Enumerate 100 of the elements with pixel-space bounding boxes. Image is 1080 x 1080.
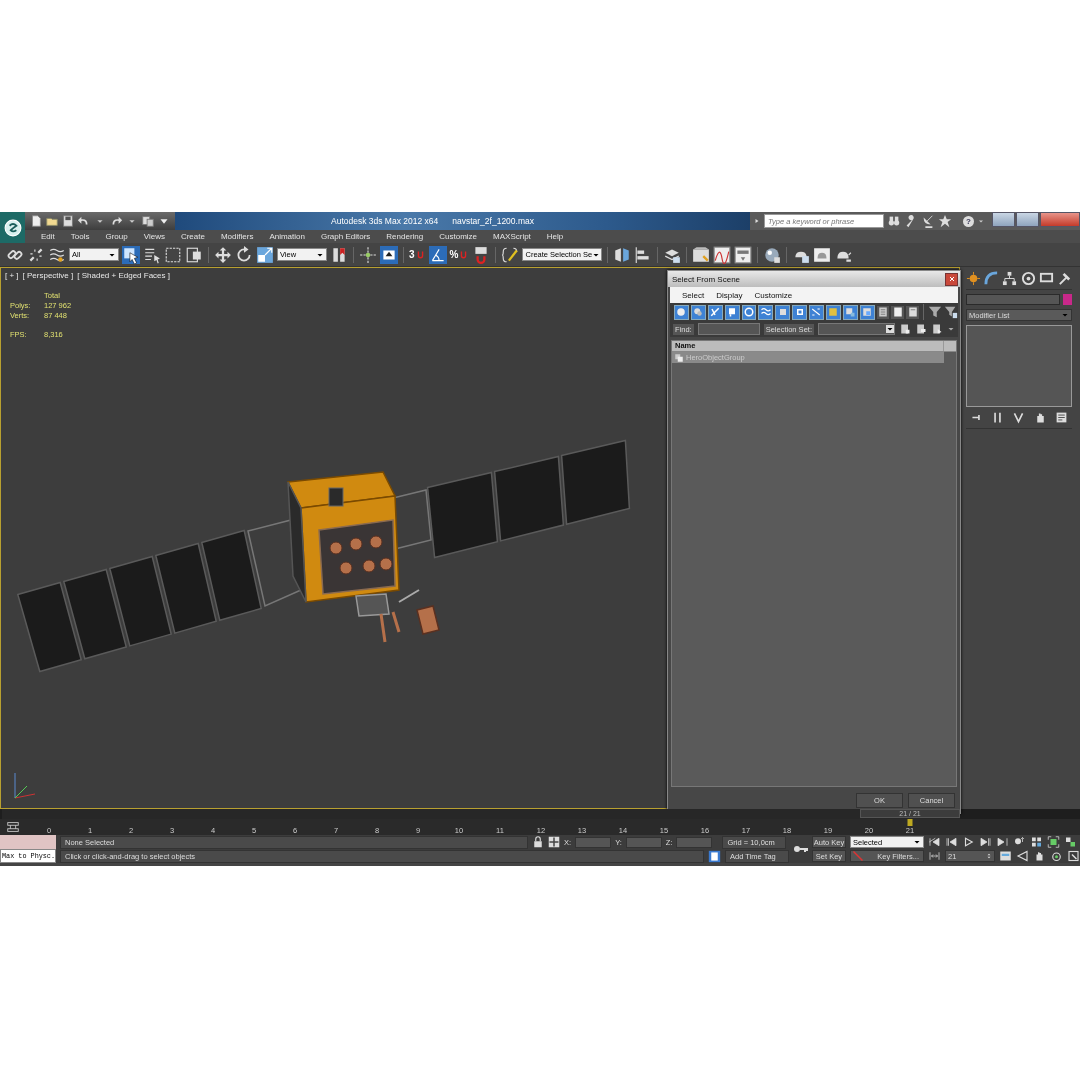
previous-frame-icon[interactable] (945, 836, 958, 848)
scale-icon[interactable] (256, 245, 274, 264)
zoom-extents-all-icon[interactable] (1064, 836, 1077, 848)
menu-item[interactable]: Select (682, 290, 705, 300)
crosshair-icon[interactable] (359, 245, 377, 264)
filter-toggle-button[interactable] (674, 304, 689, 320)
rotate-icon[interactable] (235, 245, 253, 264)
hierarchy-icon[interactable] (1002, 271, 1018, 286)
time-tag-icon[interactable] (708, 849, 722, 863)
circle-icon[interactable] (1020, 271, 1036, 286)
percent-snap-button[interactable]: % (449, 248, 470, 261)
object-name-field[interactable] (966, 294, 1060, 305)
rendered-frame-icon[interactable] (813, 245, 832, 264)
maximize-viewport-icon[interactable] (1067, 850, 1080, 862)
menu-item[interactable]: Tools (62, 232, 98, 241)
new-file-icon[interactable] (29, 214, 43, 228)
dropdown-arrow-icon[interactable] (946, 325, 955, 333)
zoom-extents-icon[interactable] (1047, 836, 1060, 848)
material-editor-icon[interactable] (763, 245, 782, 264)
time-config-icon[interactable] (928, 850, 941, 862)
viewport-label[interactable]: [ Shaded + Edged Faces ] (77, 271, 170, 280)
angle-snap-icon[interactable] (428, 245, 447, 264)
snap-toggle-button[interactable]: 3 (409, 248, 426, 261)
filter-toggle-button[interactable] (758, 304, 774, 320)
curve-editor-icon[interactable] (713, 245, 732, 264)
schematic-view-icon[interactable] (734, 245, 753, 264)
filter-toggle-button[interactable] (690, 304, 706, 320)
help-button[interactable]: ? (963, 215, 974, 227)
coordinate-field[interactable] (676, 836, 713, 848)
hammer-icon[interactable] (1056, 271, 1072, 286)
edit-named-selection-icon[interactable] (501, 245, 520, 264)
viewport-label[interactable]: [ + ] (5, 271, 19, 280)
move-icon[interactable] (214, 245, 232, 264)
zoom-all-icon[interactable] (1030, 836, 1043, 848)
time-configuration-icon[interactable] (999, 850, 1012, 862)
filter-toggle-button[interactable] (906, 305, 920, 319)
menu-item[interactable]: Help (538, 232, 572, 241)
configure-icon[interactable] (1054, 411, 1068, 424)
absolute-mode-icon[interactable] (548, 836, 561, 848)
star-icon[interactable] (938, 214, 952, 228)
menu-item[interactable]: Views (135, 232, 173, 241)
binoculars-icon[interactable] (887, 214, 901, 228)
go-to-end-icon[interactable] (996, 836, 1009, 848)
filter-toggle-button[interactable] (775, 304, 791, 320)
menu-item[interactable]: Group (97, 232, 136, 241)
viewport-label[interactable]: [ Perspective ] (22, 271, 74, 280)
filter-toggle-button[interactable] (707, 304, 723, 320)
document-select-icon[interactable] (930, 323, 943, 335)
window-crossing-icon[interactable] (185, 245, 203, 264)
close-button[interactable] (945, 272, 958, 286)
menu-item[interactable]: Customize (431, 232, 486, 241)
document-add-icon[interactable] (898, 323, 911, 335)
curve-icon[interactable] (984, 271, 1000, 286)
app-logo-button[interactable] (0, 212, 25, 243)
project-folder-icon[interactable] (141, 214, 155, 228)
coordinate-field[interactable] (625, 836, 662, 848)
menu-item[interactable]: Create (172, 232, 213, 241)
mirror-icon[interactable] (613, 245, 632, 264)
object-color-swatch[interactable] (1063, 294, 1072, 305)
menu-item[interactable]: Animation (261, 232, 313, 241)
funnel-settings-icon[interactable] (944, 305, 959, 319)
funnel-icon[interactable] (928, 305, 943, 319)
menu-item[interactable]: Display (716, 290, 743, 300)
menu-item[interactable]: Graph Editors (312, 232, 379, 241)
document-remove-icon[interactable] (914, 323, 927, 335)
menu-item[interactable]: MAXScript (485, 232, 539, 241)
filter-toggle-button[interactable] (792, 304, 807, 320)
menu-item[interactable]: Modifiers (212, 232, 262, 241)
menu-item[interactable]: Rendering (378, 232, 432, 241)
orbit-icon[interactable] (1050, 850, 1063, 862)
filter-toggle-button[interactable] (876, 305, 890, 319)
filter-toggle-button[interactable] (741, 304, 757, 320)
coordinate-field[interactable] (575, 836, 612, 848)
go-to-start-icon[interactable] (928, 836, 941, 848)
selection-set-dropdown[interactable] (817, 323, 895, 335)
menu-item[interactable]: Edit (33, 232, 63, 241)
filter-toggle-button[interactable] (809, 304, 824, 320)
cursor-select-icon[interactable] (122, 245, 140, 264)
minimize-button[interactable] (992, 212, 1015, 227)
menu-item[interactable]: Customize (754, 290, 793, 300)
field-of-view-icon[interactable] (1016, 850, 1029, 862)
play-icon[interactable] (962, 836, 975, 848)
filter-toggle-button[interactable] (825, 304, 841, 320)
lock-icon[interactable] (532, 836, 545, 848)
macro-recorder-field[interactable] (0, 835, 57, 849)
filter-toggle-button[interactable] (891, 305, 905, 319)
keyboard-shortcut-icon[interactable] (380, 245, 398, 264)
v-shape-icon[interactable] (1012, 411, 1026, 424)
rectangle-region-icon[interactable] (164, 245, 182, 264)
filter-toggle-button[interactable] (724, 304, 740, 320)
filter-toggle-button[interactable] (842, 304, 858, 320)
redo-icon[interactable] (109, 214, 123, 228)
pivot-flag-icon[interactable] (330, 245, 348, 264)
satellite-dish-icon[interactable] (921, 214, 935, 228)
sun-icon[interactable] (966, 271, 981, 286)
save-icon[interactable] (61, 214, 75, 228)
filter-toggle-button[interactable] (859, 304, 875, 320)
graph-editor-icon[interactable] (692, 245, 711, 264)
maximize-button[interactable] (1016, 212, 1039, 227)
next-frame-icon[interactable] (979, 836, 992, 848)
